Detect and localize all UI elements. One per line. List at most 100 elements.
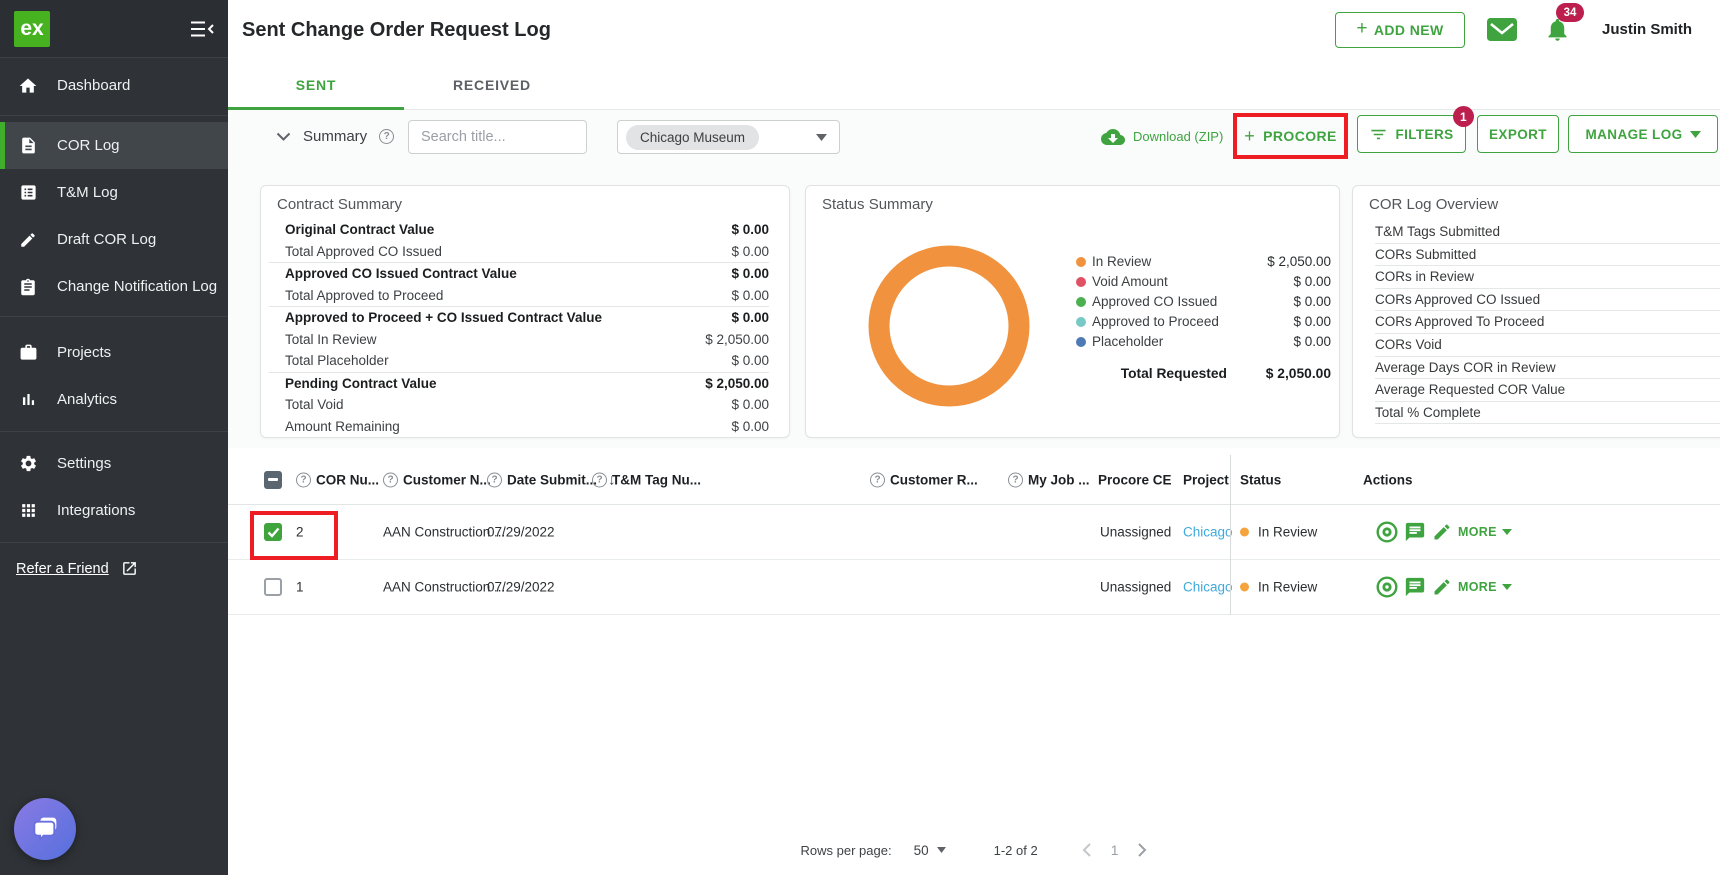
sidebar-item-tm-log[interactable]: T&M Log: [0, 169, 228, 216]
column-header-actions: Actions: [1363, 472, 1413, 487]
export-button[interactable]: EXPORT: [1477, 115, 1559, 153]
column-header-status[interactable]: Status: [1240, 472, 1281, 487]
caret-down-icon: [816, 133, 827, 141]
edit-icon[interactable]: [1432, 577, 1452, 597]
sidebar-item-cor-log[interactable]: COR Log: [0, 122, 228, 169]
next-page-button[interactable]: [1138, 843, 1147, 857]
legend-dot: [1076, 336, 1086, 347]
envelope-icon: [1487, 18, 1517, 41]
contract-summary-row: Total Approved CO Issued $ 0.00: [285, 243, 769, 259]
pinned-column-divider: [1230, 455, 1231, 615]
add-new-button[interactable]: + ADD NEW: [1335, 12, 1465, 48]
procore-button[interactable]: + PROCORE: [1244, 126, 1337, 147]
project-filter-chip[interactable]: Chicago Museum: [626, 124, 760, 150]
tab-sent[interactable]: SENT: [228, 60, 404, 110]
contract-summary-row: Total Placeholder $ 0.00: [285, 353, 769, 369]
cell-project-name-link[interactable]: Chicago M: [1183, 580, 1233, 595]
sidebar-item-dashboard[interactable]: Dashboard: [0, 62, 228, 109]
annotation-procore-highlight: + PROCORE: [1233, 113, 1348, 159]
more-button[interactable]: MORE: [1458, 525, 1512, 539]
sidebar-item-settings[interactable]: Settings: [0, 440, 228, 487]
gear-icon: [18, 454, 38, 474]
help-icon[interactable]: ?: [383, 472, 398, 487]
legend-dot: [1076, 256, 1086, 267]
view-icon[interactable]: [1375, 520, 1399, 544]
app-window: ex Dashboard COR Log T&M Log Draft COR L…: [0, 0, 1720, 875]
contract-summary-row: Total In Review $ 2,050.00: [285, 331, 769, 347]
help-icon[interactable]: ?: [487, 472, 502, 487]
contract-summary-row: Amount Remaining $ 0.00: [285, 418, 769, 434]
select-all-checkbox[interactable]: [264, 470, 282, 489]
grid-icon: [18, 501, 38, 521]
status-dot: [1240, 527, 1249, 537]
previous-page-button[interactable]: [1082, 843, 1091, 857]
summary-collapse-toggle[interactable]: Summary ?: [276, 110, 395, 163]
column-header-cor-number[interactable]: ? COR Nu...: [296, 472, 379, 487]
project-filter-select[interactable]: Chicago Museum: [617, 120, 840, 154]
external-link-icon: [122, 562, 136, 575]
clipboard-icon: [18, 277, 38, 297]
column-header-customer-name[interactable]: ? Customer N...: [383, 472, 491, 487]
column-header-procore-ce[interactable]: Procore CE: [1098, 472, 1172, 487]
document-icon: [18, 136, 38, 156]
comment-icon[interactable]: [1404, 576, 1426, 598]
column-header-project-name[interactable]: Project Na: [1183, 472, 1231, 487]
search-input[interactable]: [408, 120, 587, 154]
chat-icon: [33, 817, 57, 842]
download-zip-link[interactable]: Download (ZIP): [1100, 110, 1223, 163]
manage-log-button[interactable]: MANAGE LOG: [1568, 115, 1718, 153]
sidebar-item-analytics[interactable]: Analytics: [0, 376, 228, 423]
sidebar-item-label: Draft COR Log: [57, 231, 157, 248]
table-row[interactable]: 1 AAN Construction ... 07/29/2022 Unassi…: [228, 560, 1720, 615]
page-number[interactable]: 1: [1111, 842, 1119, 858]
sidebar-item-change-notification-log[interactable]: Change Notification Log: [0, 263, 228, 310]
cell-project-name-link[interactable]: Chicago M: [1183, 525, 1233, 540]
overview-row: CORs Approved To Proceed: [1375, 311, 1720, 334]
status-legend: In Review $ 2,050.00 Void Amount $ 0.00 Ap…: [1076, 254, 1331, 381]
cell-cor-number: 2: [296, 524, 304, 540]
filters-count-badge: 1: [1453, 106, 1474, 127]
mail-button[interactable]: [1487, 18, 1517, 46]
filters-button[interactable]: FILTERS 1: [1357, 106, 1474, 153]
column-header-tm-tag-number[interactable]: ? T&M Tag Nu...: [592, 472, 701, 487]
sidebar-item-label: Settings: [57, 455, 112, 472]
rows-per-page-select[interactable]: 50: [914, 843, 946, 858]
legend-item: Placeholder $ 0.00: [1076, 334, 1331, 349]
sidebar-item-projects[interactable]: Projects: [0, 329, 228, 376]
tab-received[interactable]: RECEIVED: [404, 60, 580, 109]
sidebar-item-integrations[interactable]: Integrations: [0, 487, 228, 534]
collapse-menu-icon[interactable]: [190, 20, 214, 38]
more-button[interactable]: MORE: [1458, 580, 1512, 594]
comment-icon[interactable]: [1404, 521, 1426, 543]
row-checkbox[interactable]: [264, 578, 282, 596]
legend-item: Approved CO Issued $ 0.00: [1076, 294, 1331, 309]
sidebar-item-label: Projects: [57, 344, 112, 361]
column-header-customer-request[interactable]: ? Customer R...: [870, 472, 978, 487]
view-icon[interactable]: [1375, 575, 1399, 599]
sidebar-item-label: Analytics: [57, 391, 118, 408]
edit-icon[interactable]: [1432, 522, 1452, 542]
chevron-down-icon: [276, 132, 291, 141]
help-icon[interactable]: ?: [296, 472, 311, 487]
chat-launcher[interactable]: [14, 798, 76, 860]
help-icon[interactable]: ?: [379, 129, 395, 144]
help-icon[interactable]: ?: [1008, 472, 1023, 487]
help-icon[interactable]: ?: [592, 472, 607, 487]
column-header-my-job[interactable]: ? My Job ...: [1008, 472, 1090, 487]
sidebar-item-label: T&M Log: [57, 184, 118, 201]
overview-row: CORs in Review: [1375, 266, 1720, 289]
caret-down-icon: [1501, 529, 1512, 535]
cell-cor-number: 1: [296, 579, 304, 595]
contract-summary-title: Contract Summary: [277, 196, 403, 213]
sidebar-item-draft-cor-log[interactable]: Draft COR Log: [0, 216, 228, 263]
refer-a-friend-link[interactable]: Refer a Friend: [16, 560, 138, 577]
row-checkbox[interactable]: [264, 523, 282, 541]
table-row[interactable]: 2 AAN Construction ... 07/29/2022 Unassi…: [228, 505, 1720, 560]
pencil-icon: [18, 230, 38, 250]
user-menu[interactable]: Justin Smith: [1602, 0, 1692, 60]
cloud-download-icon: [1101, 128, 1125, 145]
status-donut-chart: [859, 236, 1039, 416]
app-logo[interactable]: ex: [14, 10, 50, 47]
help-icon[interactable]: ?: [870, 472, 885, 487]
total-requested-row: Total Requested $ 2,050.00: [1120, 366, 1331, 381]
